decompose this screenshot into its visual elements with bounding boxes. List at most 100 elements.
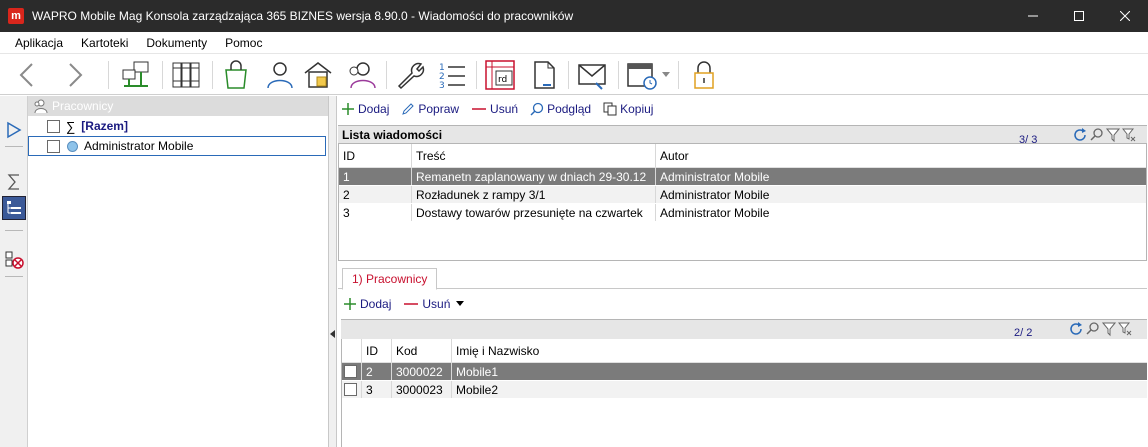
table-row[interactable]: 3 Dostawy towarów przesunięte na czwarte… [339, 204, 1146, 222]
checkbox[interactable] [344, 365, 357, 378]
delete-employee-button[interactable]: Usuń [403, 297, 450, 311]
table-row[interactable]: 2 3000022 Mobile1 [342, 363, 1147, 381]
column-header-code[interactable]: Kod [391, 339, 451, 362]
uncheck-all-icon[interactable] [4, 250, 24, 270]
grid-tools [1068, 321, 1132, 337]
edit-button[interactable]: Popraw [401, 102, 459, 116]
add-button[interactable]: Dodaj [341, 102, 389, 116]
cell-code: 3000022 [391, 363, 451, 380]
cell-check [342, 381, 361, 398]
copy-button[interactable]: Kopiuj [603, 102, 653, 116]
menu-dokumenty[interactable]: Dokumenty [137, 32, 216, 54]
cell-content: Dostawy towarów przesunięte na czwartek [411, 204, 655, 221]
chevron-down-icon[interactable] [456, 301, 465, 307]
panel-splitter[interactable] [329, 96, 337, 447]
shopping-bag-icon[interactable] [220, 59, 252, 91]
delete-label: Usuń [490, 102, 519, 116]
network-icon[interactable] [120, 59, 152, 91]
user-icon[interactable] [262, 59, 294, 91]
copy-label: Kopiuj [620, 102, 654, 116]
add-employee-label: Dodaj [360, 297, 392, 311]
tree-header: Pracownicy [28, 96, 328, 116]
minus-icon [404, 303, 419, 305]
window-title: WAPRO Mobile Mag Konsola zarządzająca 36… [32, 9, 574, 23]
close-button[interactable] [1102, 0, 1148, 32]
cell-author: Administrator Mobile [655, 186, 1146, 203]
table-row[interactable]: 3 3000023 Mobile2 [342, 381, 1147, 399]
clear-filter-icon[interactable] [1122, 127, 1136, 143]
cell-id: 2 [343, 187, 350, 202]
column-header-id[interactable]: ID [339, 144, 411, 167]
sum-icon[interactable] [4, 172, 24, 192]
filter-icon[interactable] [1102, 321, 1116, 337]
binders-icon[interactable] [170, 59, 202, 91]
toolbar-separator [678, 61, 679, 89]
checkbox[interactable] [47, 139, 60, 153]
rd-document-icon[interactable]: rd [484, 59, 516, 91]
column-header-content[interactable]: Treść [411, 144, 655, 167]
plus-icon [342, 103, 354, 115]
add-employee-button[interactable]: Dodaj [343, 297, 391, 311]
toolbar-separator [568, 61, 569, 89]
magnifier-icon [530, 102, 544, 116]
clear-filter-icon[interactable] [1118, 321, 1132, 337]
employee-list-header: 2/ 2 [341, 319, 1147, 339]
minimize-button[interactable] [1010, 0, 1056, 32]
lock-icon[interactable] [688, 59, 720, 91]
app-logo-icon: m [8, 8, 24, 24]
tab-pracownicy[interactable]: 1) Pracownicy [342, 268, 438, 290]
back-arrow-icon[interactable] [12, 59, 44, 91]
menu-aplikacja[interactable]: Aplikacja [6, 32, 72, 54]
column-header-author[interactable]: Autor [655, 144, 1146, 167]
toolbar-separator [162, 61, 163, 89]
table-row[interactable]: 2 Rozładunek z rampy 3/1 Administrator M… [339, 186, 1146, 204]
wrench-icon[interactable] [394, 59, 426, 91]
checkbox[interactable] [344, 383, 357, 396]
sum-icon: ∑ [66, 118, 76, 134]
delete-button[interactable]: Usuń [471, 102, 518, 116]
refresh-icon[interactable] [1072, 127, 1088, 143]
tree-item-administrator[interactable]: Administrator Mobile [28, 136, 326, 156]
grid-tools [1072, 127, 1136, 143]
employee-tree-panel: Pracownicy ∑ [Razem] Administrator Mobil… [28, 96, 329, 447]
search-icon[interactable] [1086, 321, 1100, 337]
delete-employee-label: Usuń [422, 297, 451, 311]
column-header-id[interactable]: ID [361, 339, 391, 362]
employee-actions: Dodaj Usuń [343, 293, 465, 315]
checkbox[interactable] [47, 119, 60, 133]
tree-item-razem[interactable]: ∑ [Razem] [28, 116, 328, 136]
message-list-title: Lista wiadomości [342, 128, 443, 142]
mail-icon[interactable] [576, 59, 608, 91]
pencil-icon [402, 103, 415, 115]
menu-kartoteki[interactable]: Kartoteki [72, 32, 137, 54]
preview-button[interactable]: Podgląd [530, 102, 591, 116]
collapse-left-icon[interactable] [330, 330, 336, 338]
toolbar: 1 2 3 rd [0, 55, 1148, 95]
column-header-name[interactable]: Imię i Nazwisko [451, 339, 1147, 362]
tree-view-button[interactable] [2, 196, 26, 220]
users-icon [34, 99, 48, 114]
search-icon[interactable] [1090, 127, 1104, 143]
maximize-button[interactable] [1056, 0, 1102, 32]
cell-id: 3 [361, 381, 391, 398]
calendar-icon[interactable] [626, 59, 658, 91]
employee-grid: ID Kod Imię i Nazwisko 2 3000022 Mobile1… [341, 339, 1147, 447]
table-row[interactable]: 1 Remanetn zaplanowany w dniach 29-30.12… [339, 168, 1146, 186]
message-grid: ID Treść Autor 1 Remanetn zaplanowany w … [338, 143, 1147, 261]
forward-arrow-icon[interactable] [58, 59, 90, 91]
filter-icon[interactable] [1106, 127, 1120, 143]
warehouse-icon[interactable] [302, 59, 334, 91]
tree-item-label: Administrator Mobile [84, 139, 194, 153]
toolbar-separator [212, 61, 213, 89]
toolbar-separator [386, 61, 387, 89]
menu-pomoc[interactable]: Pomoc [216, 32, 271, 54]
refresh-icon[interactable] [1068, 321, 1084, 337]
numbered-list-icon[interactable]: 1 2 3 [436, 59, 468, 91]
tree-item-label: [Razem] [81, 119, 128, 133]
document-icon[interactable] [528, 59, 560, 91]
toolbar-separator [618, 61, 619, 89]
users-icon[interactable] [344, 59, 376, 91]
play-arrow-icon[interactable] [4, 120, 24, 140]
chevron-down-icon[interactable] [662, 72, 670, 78]
tree-view-icon [7, 201, 21, 214]
